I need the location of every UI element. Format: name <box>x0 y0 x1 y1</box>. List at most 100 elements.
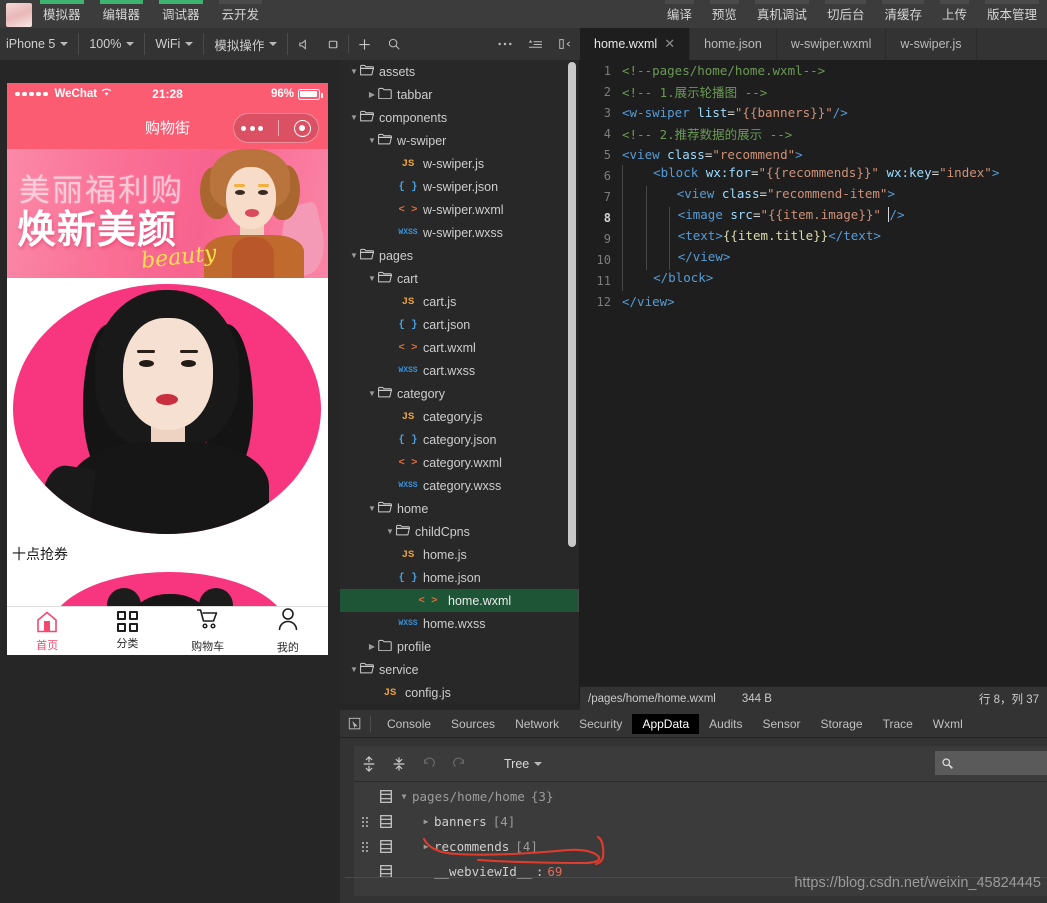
collapse-all-icon[interactable] <box>384 756 414 772</box>
zoom-selector[interactable]: 100% <box>79 33 146 55</box>
file-tree-item-home[interactable]: ▼ home <box>340 497 579 520</box>
devtab-sensor[interactable]: Sensor <box>753 714 811 734</box>
titlebar-item-upload[interactable]: 上传 <box>932 0 977 28</box>
devtab-console[interactable]: Console <box>377 714 441 734</box>
devtab-sources[interactable]: Sources <box>441 714 505 734</box>
search-icon[interactable] <box>379 31 409 57</box>
titlebar-item-editor[interactable]: 编辑器 <box>92 0 152 28</box>
devtab-appdata[interactable]: AppData <box>632 713 700 734</box>
titlebar-item-compile[interactable]: 编译 <box>657 0 702 28</box>
titlebar-item-debugger[interactable]: 调试器 <box>151 0 211 28</box>
close-icon[interactable]: ✕ <box>664 36 675 52</box>
list-icon[interactable] <box>520 31 550 57</box>
titlebar-item-clear-cache[interactable]: 清缓存 <box>874 0 932 28</box>
chevron-down-icon[interactable]: ▼ <box>396 792 412 801</box>
wechat-capsule-button[interactable] <box>233 113 319 143</box>
devtab-audits[interactable]: Audits <box>699 714 752 734</box>
devtab-storage[interactable]: Storage <box>811 714 873 734</box>
more-icon[interactable] <box>241 125 264 131</box>
recommend-item-image-1[interactable] <box>7 278 328 540</box>
tabbar-item-home[interactable]: 首页 <box>7 610 87 653</box>
file-tree-item-w-swiper[interactable]: ▼ w-swiper <box>340 129 579 152</box>
titlebar-item-preview[interactable]: 预览 <box>702 0 747 28</box>
file-tree-item-components[interactable]: ▼ components <box>340 106 579 129</box>
file-tree-scrollbar[interactable] <box>568 62 576 547</box>
more-icon[interactable] <box>490 31 520 57</box>
expand-all-icon[interactable] <box>354 755 384 772</box>
chevron-right-icon[interactable]: ▶ <box>418 842 434 851</box>
chevron-down-icon[interactable]: ▼ <box>366 389 378 398</box>
devtab-network[interactable]: Network <box>505 714 569 734</box>
titlebar-item-cloud-dev[interactable]: 云开发 <box>211 0 271 28</box>
chevron-down-icon[interactable]: ▼ <box>348 67 360 76</box>
tabbar-item-category[interactable]: 分类 <box>87 611 167 651</box>
file-tree-item-cart-wxml[interactable]: < > cart.wxml <box>340 336 579 359</box>
chevron-down-icon[interactable]: ▼ <box>384 527 396 536</box>
file-explorer[interactable]: ▼ assets ▶ tabbar ▼ components ▼ w-swiper JS w-sw… <box>340 60 580 703</box>
titlebar-item-background[interactable]: 切后台 <box>817 0 875 28</box>
devtab-trace[interactable]: Trace <box>873 714 923 734</box>
user-avatar[interactable] <box>6 3 32 27</box>
code-editor[interactable]: 1 <!--pages/home/home.wxml--> 2 <!-- 1.展… <box>580 60 1047 686</box>
file-tree-item-cart-json[interactable]: { } cart.json <box>340 313 579 336</box>
editor-tab-home-json[interactable]: home.json <box>690 28 777 60</box>
titlebar-item-remote-debug[interactable]: 真机调试 <box>747 0 817 28</box>
file-tree-item-category[interactable]: ▼ category <box>340 382 579 405</box>
file-tree-item-tabbar[interactable]: ▶ tabbar <box>340 83 579 106</box>
chevron-down-icon[interactable]: ▼ <box>348 665 360 674</box>
chevron-down-icon[interactable]: ▼ <box>348 113 360 122</box>
volume-icon[interactable] <box>288 31 318 57</box>
chevron-right-icon[interactable]: ▶ <box>418 817 434 826</box>
close-target-icon[interactable] <box>293 119 311 137</box>
rotate-icon[interactable] <box>318 31 348 57</box>
file-tree-item-category-wxss[interactable]: WXSS category.wxss <box>340 474 579 497</box>
devtab-security[interactable]: Security <box>569 714 632 734</box>
chevron-right-icon[interactable]: ▶ <box>366 642 378 651</box>
appdata-row-root[interactable]: ▼ pages/home/home {3} <box>354 784 1047 809</box>
file-tree-item-w-swiper-js[interactable]: JS w-swiper.js <box>340 152 579 175</box>
add-icon[interactable] <box>349 31 379 57</box>
drag-handle-icon[interactable] <box>354 841 376 852</box>
appdata-view-mode-selector[interactable]: Tree <box>504 757 543 771</box>
titlebar-item-version-control[interactable]: 版本管理 <box>977 0 1047 28</box>
simulate-action-selector[interactable]: 模拟操作 <box>204 33 289 55</box>
phone-screen[interactable]: WeChat 21:28 96% 购物街 美丽福利购 焕新美颜 beauty 十… <box>7 83 328 655</box>
appdata-search-box[interactable] <box>935 751 1047 775</box>
file-tree-item-category-json[interactable]: { } category.json <box>340 428 579 451</box>
editor-tab-home-wxml[interactable]: home.wxml ✕ <box>580 28 691 60</box>
file-tree-item-category-wxml[interactable]: < > category.wxml <box>340 451 579 474</box>
home-banner-swiper[interactable]: 美丽福利购 焕新美颜 beauty <box>7 149 328 278</box>
chevron-down-icon[interactable]: ▼ <box>348 251 360 260</box>
drag-handle-icon[interactable] <box>354 816 376 827</box>
file-tree-item-pages[interactable]: ▼ pages <box>340 244 579 267</box>
file-tree-item-home-wxss[interactable]: WXSS home.wxss <box>340 612 579 635</box>
file-tree-item-profile[interactable]: ▶ profile <box>340 635 579 658</box>
inspect-element-icon[interactable] <box>340 717 370 731</box>
file-tree-item-cart-js[interactable]: JS cart.js <box>340 290 579 313</box>
file-tree-item-config-js[interactable]: JS config.js <box>340 681 579 703</box>
titlebar-item-simulator[interactable]: 模拟器 <box>32 0 92 28</box>
chevron-down-icon[interactable]: ▼ <box>366 504 378 513</box>
file-tree-item-w-swiper-wxml[interactable]: < > w-swiper.wxml <box>340 198 579 221</box>
chevron-down-icon[interactable]: ▼ <box>366 136 378 145</box>
chevron-right-icon[interactable]: ▶ <box>366 90 378 99</box>
panel-collapse-icon[interactable] <box>550 31 580 57</box>
file-tree-item-w-swiper-json[interactable]: { } w-swiper.json <box>340 175 579 198</box>
editor-tab-w-swiper-wxml[interactable]: w-swiper.wxml <box>777 28 887 60</box>
file-tree-item-home-wxml[interactable]: < > home.wxml <box>340 589 579 612</box>
appdata-row-webviewid[interactable]: __webviewId__ : 69 <box>354 859 1047 884</box>
devtab-wxml[interactable]: Wxml <box>923 714 973 734</box>
file-tree-item-category-js[interactable]: JS category.js <box>340 405 579 428</box>
tabbar-item-profile[interactable]: 我的 <box>248 607 328 655</box>
file-tree-item-cart-wxss[interactable]: WXSS cart.wxss <box>340 359 579 382</box>
file-tree-item-cart[interactable]: ▼ cart <box>340 267 579 290</box>
appdata-row-recommends[interactable]: ▶ recommends [4] <box>354 834 1047 859</box>
file-tree-item-home-json[interactable]: { } home.json <box>340 566 579 589</box>
appdata-search-input[interactable] <box>954 756 1039 770</box>
file-tree-item-w-swiper-wxss[interactable]: WXSS w-swiper.wxss <box>340 221 579 244</box>
appdata-row-banners[interactable]: ▶ banners [4] <box>354 809 1047 834</box>
tabbar-item-cart[interactable]: 购物车 <box>168 608 248 654</box>
file-tree-item-service[interactable]: ▼ service <box>340 658 579 681</box>
device-selector[interactable]: iPhone 5 <box>0 33 80 55</box>
file-tree-item-childCpns[interactable]: ▼ childCpns <box>340 520 579 543</box>
